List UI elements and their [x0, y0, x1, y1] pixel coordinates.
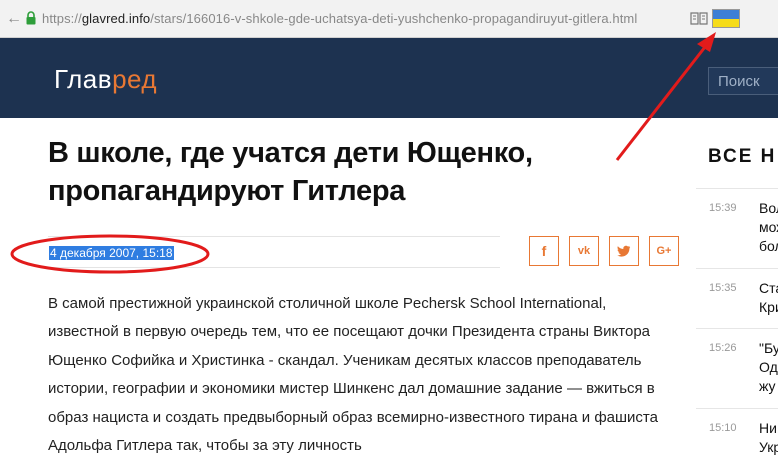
site-logo[interactable]: Главред [54, 64, 157, 95]
article-meta: 4 декабря 2007, 15:18 [48, 236, 500, 268]
news-line: бол [759, 238, 778, 254]
site-header: Главред [0, 38, 778, 118]
article-title: В школе, где учатся дети Ющенко, пропага… [48, 137, 533, 207]
news-time: 15:35 [709, 282, 737, 294]
facebook-icon: f [541, 243, 547, 259]
logo-accent: ред [112, 64, 158, 94]
url-prefix: https:// [42, 11, 82, 26]
share-twitter-button[interactable] [609, 236, 639, 266]
news-line: Ни [759, 420, 777, 436]
search-box[interactable] [708, 67, 778, 95]
twitter-icon [617, 245, 631, 257]
url-field[interactable]: https://glavred.info/stars/166016-v-shko… [42, 11, 637, 26]
reader-view-icon[interactable] [690, 11, 708, 25]
news-line: Од [759, 359, 778, 375]
url-host: glavred.info [81, 11, 151, 26]
news-time: 15:39 [709, 202, 737, 214]
news-time: 15:10 [709, 422, 737, 434]
news-line: мож [759, 219, 778, 235]
news-line: Вол [759, 200, 778, 216]
vk-icon: vk [577, 245, 591, 257]
share-googleplus-button[interactable]: G+ [649, 236, 679, 266]
news-line: Укр [759, 439, 778, 455]
search-input[interactable] [709, 68, 778, 94]
news-line: Ста [759, 280, 778, 296]
news-text: Ста Кри [759, 279, 778, 317]
ukraine-flag-icon[interactable] [712, 9, 740, 28]
article-date: 4 декабря 2007, 15:18 [49, 246, 174, 260]
back-arrow-icon[interactable]: ← [4, 9, 24, 29]
news-text: Вол мож бол [759, 199, 778, 256]
lock-icon [26, 11, 36, 25]
share-vk-button[interactable]: vk [569, 236, 599, 266]
news-line: "Бу [759, 340, 778, 356]
news-item[interactable]: 15:10 Ни Укр [696, 408, 778, 459]
news-line: Кри [759, 299, 778, 315]
logo-main: Глав [54, 64, 113, 94]
news-text: Ни Укр [759, 419, 778, 457]
share-facebook-button[interactable]: f [529, 236, 559, 266]
news-line: жу [759, 378, 776, 394]
news-item[interactable]: 15:39 Вол мож бол [696, 188, 778, 258]
article-body: В самой престижной украинской столичной … [48, 295, 658, 455]
browser-address-bar: ← https://glavred.info/stars/166016-v-sh… [0, 0, 778, 38]
url-path: /stars/166016-v-shkole-gde-uchatsya-deti… [150, 11, 638, 26]
sidebar-title: ВСЕ Н [708, 146, 777, 167]
news-text: "Бу Од жу [759, 339, 778, 396]
news-time: 15:26 [709, 342, 737, 354]
news-item[interactable]: 15:26 "Бу Од жу [696, 328, 778, 398]
googleplus-icon: G+ [656, 245, 672, 257]
